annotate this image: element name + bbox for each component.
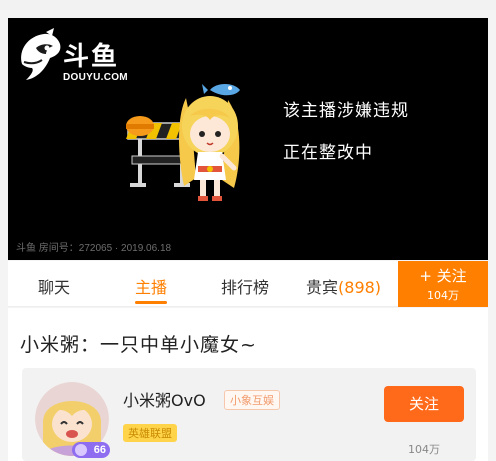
follow-tab-count: 104万 <box>427 289 459 302</box>
streamer-name: 小米粥OvO <box>123 391 206 410</box>
tab-streamer[interactable]: 主播 <box>135 274 167 298</box>
tab-ranking[interactable]: 排行榜 <box>221 274 269 298</box>
game-category-tag[interactable]: 英雄联盟 <box>123 424 177 442</box>
room-title: 小米粥：一只中单小魔女~ <box>20 334 257 356</box>
level-badge: 66 <box>72 442 110 458</box>
ban-notice-line1: 该主播涉嫌违规 <box>283 101 409 121</box>
follow-tab-button[interactable]: + 关注 104万 <box>398 261 488 307</box>
douyu-logo: 斗鱼 DOUYU.COM <box>16 28 131 90</box>
logo-text: 斗鱼 <box>63 42 120 72</box>
room-tabs: 聊天 主播 排行榜 贵宾(898) + 关注 104万 <box>8 261 488 307</box>
tab-vip-label: 贵宾 <box>306 278 339 297</box>
video-player[interactable]: 斗鱼 DOUYU.COM 该主播涉嫌违规 正在整改中 斗鱼 房间号：272065… <box>8 18 488 260</box>
guild-tag[interactable]: 小象互娱 <box>224 390 280 410</box>
top-strip <box>0 0 496 10</box>
fish-logo-icon <box>21 28 61 80</box>
tab-vip[interactable]: 贵宾(898) <box>306 274 381 298</box>
level-value: 66 <box>93 444 106 456</box>
active-tab-indicator <box>135 301 167 304</box>
streamer-card: 66 小米粥OvO 小象互娱 英雄联盟 关注 104万 <box>22 368 476 461</box>
follow-button[interactable]: 关注 <box>384 386 464 422</box>
ban-notice-line2: 正在整改中 <box>283 143 373 163</box>
follow-tab-label: + 关注 <box>419 267 467 285</box>
tab-chat[interactable]: 聊天 <box>38 274 70 298</box>
follower-count: 104万 <box>408 443 440 456</box>
mascot-illustration <box>126 84 240 201</box>
room-watermark: 斗鱼 房间号：272065 · 2019.06.18 <box>16 243 172 254</box>
level-icon <box>75 444 87 456</box>
streamer-panel: 小米粥：一只中单小魔女~ 66 小米粥OvO 小象互娱 英雄联盟 关注 104万 <box>8 308 488 461</box>
vip-count: (898) <box>338 278 382 297</box>
